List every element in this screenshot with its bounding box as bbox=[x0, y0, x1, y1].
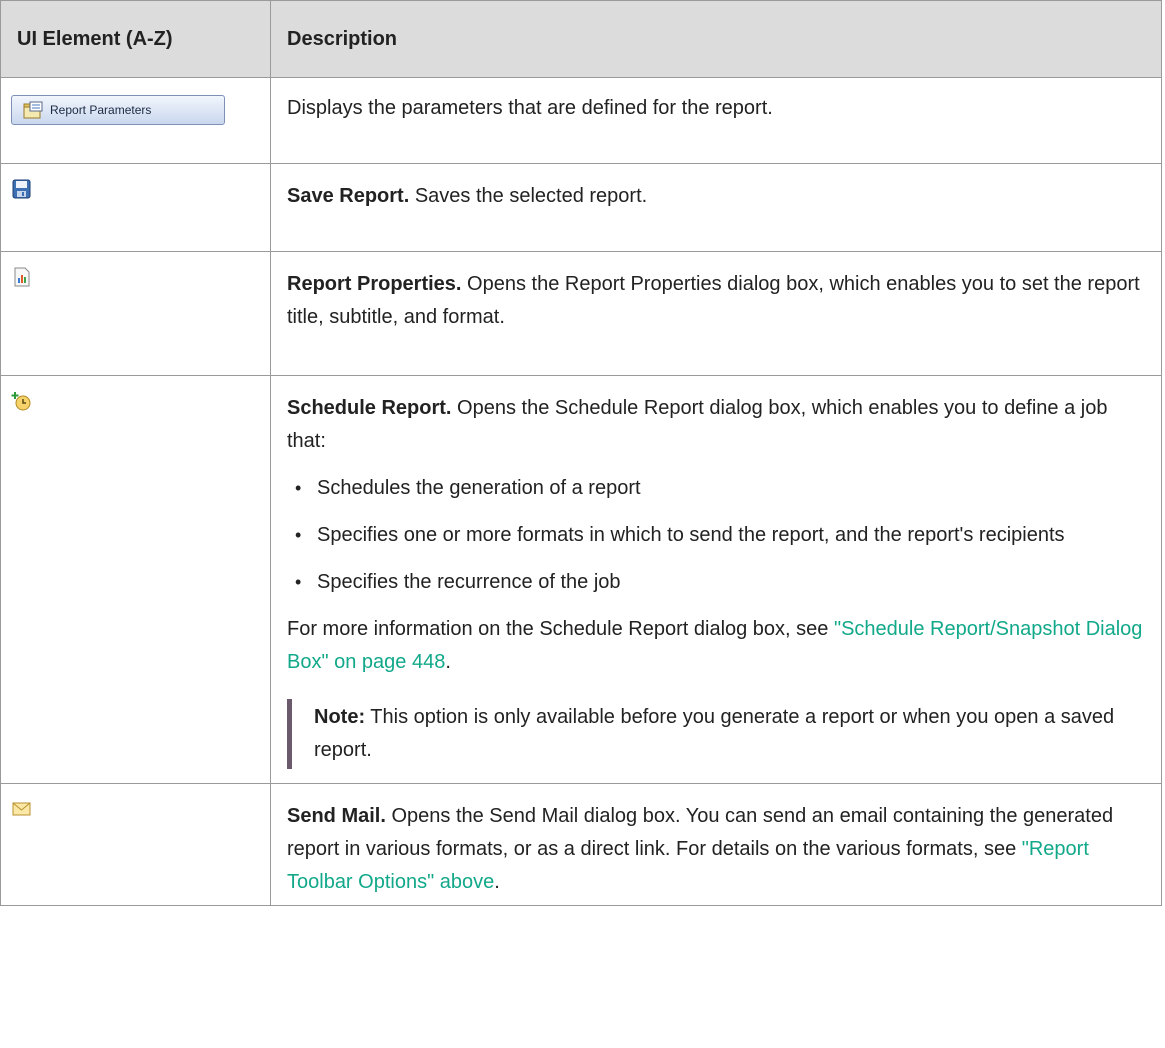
send-mail-suffix: . bbox=[494, 871, 500, 893]
report-parameters-label: Report Parameters bbox=[50, 103, 152, 117]
report-parameters-icon bbox=[22, 101, 44, 119]
table-header-row: UI Element (A-Z) Description bbox=[0, 0, 1162, 78]
note-label: Note: bbox=[314, 706, 366, 728]
report-properties-title: Report Properties. bbox=[287, 273, 462, 295]
more-info-text: For more information on the Schedule Rep… bbox=[287, 613, 1145, 679]
send-mail-desc: Opens the Send Mail dialog box. You can … bbox=[287, 805, 1114, 860]
save-report-desc: Saves the selected report. bbox=[409, 185, 648, 207]
table-row-report-parameters: Report Parameters Displays the parameter… bbox=[0, 77, 1162, 164]
report-properties-icon[interactable] bbox=[11, 266, 33, 288]
save-report-title: Save Report. bbox=[287, 185, 410, 207]
description-text: Send Mail. Opens the Send Mail dialog bo… bbox=[287, 800, 1145, 899]
save-disk-icon[interactable] bbox=[11, 178, 33, 200]
description-cell: Schedule Report. Opens the Schedule Repo… bbox=[270, 375, 1162, 784]
description-text: Displays the parameters that are defined… bbox=[287, 97, 773, 119]
more-info-prefix: For more information on the Schedule Rep… bbox=[287, 618, 834, 640]
note-box: Note: This option is only available befo… bbox=[287, 699, 1145, 769]
schedule-clock-icon[interactable] bbox=[11, 390, 33, 412]
description-cell: Send Mail. Opens the Send Mail dialog bo… bbox=[270, 783, 1162, 906]
header-description: Description bbox=[270, 0, 1162, 78]
description-text: Report Properties. Opens the Report Prop… bbox=[287, 268, 1145, 334]
ui-element-cell bbox=[0, 375, 271, 784]
mail-envelope-icon[interactable] bbox=[11, 798, 33, 820]
description-cell: Save Report. Saves the selected report. bbox=[270, 163, 1162, 252]
schedule-report-title: Schedule Report. bbox=[287, 397, 452, 419]
table-row-save-report: Save Report. Saves the selected report. bbox=[0, 163, 1162, 252]
description-text: Schedule Report. Opens the Schedule Repo… bbox=[287, 392, 1145, 458]
description-cell: Report Properties. Opens the Report Prop… bbox=[270, 251, 1162, 376]
list-item: Specifies one or more formats in which t… bbox=[295, 519, 1145, 552]
ui-element-cell bbox=[0, 783, 271, 906]
table-row-schedule-report: Schedule Report. Opens the Schedule Repo… bbox=[0, 375, 1162, 784]
ui-element-cell: Report Parameters bbox=[0, 77, 271, 164]
description-text: Save Report. Saves the selected report. bbox=[287, 180, 1145, 213]
table-row-send-mail: Send Mail. Opens the Send Mail dialog bo… bbox=[0, 783, 1162, 906]
list-item: Schedules the generation of a report bbox=[295, 472, 1145, 505]
ui-element-cell bbox=[0, 163, 271, 252]
list-item: Specifies the recurrence of the job bbox=[295, 566, 1145, 599]
ui-element-cell bbox=[0, 251, 271, 376]
note-text: This option is only available before you… bbox=[314, 706, 1115, 761]
report-parameters-button[interactable]: Report Parameters bbox=[11, 95, 225, 125]
send-mail-title: Send Mail. bbox=[287, 805, 386, 827]
header-ui-element: UI Element (A-Z) bbox=[0, 0, 271, 78]
ui-elements-table: UI Element (A-Z) Description Report Para bbox=[0, 0, 1162, 906]
description-cell: Displays the parameters that are defined… bbox=[270, 77, 1162, 164]
more-info-suffix: . bbox=[445, 651, 451, 673]
schedule-bullet-list: Schedules the generation of a report Spe… bbox=[287, 472, 1145, 599]
table-row-report-properties: Report Properties. Opens the Report Prop… bbox=[0, 251, 1162, 376]
